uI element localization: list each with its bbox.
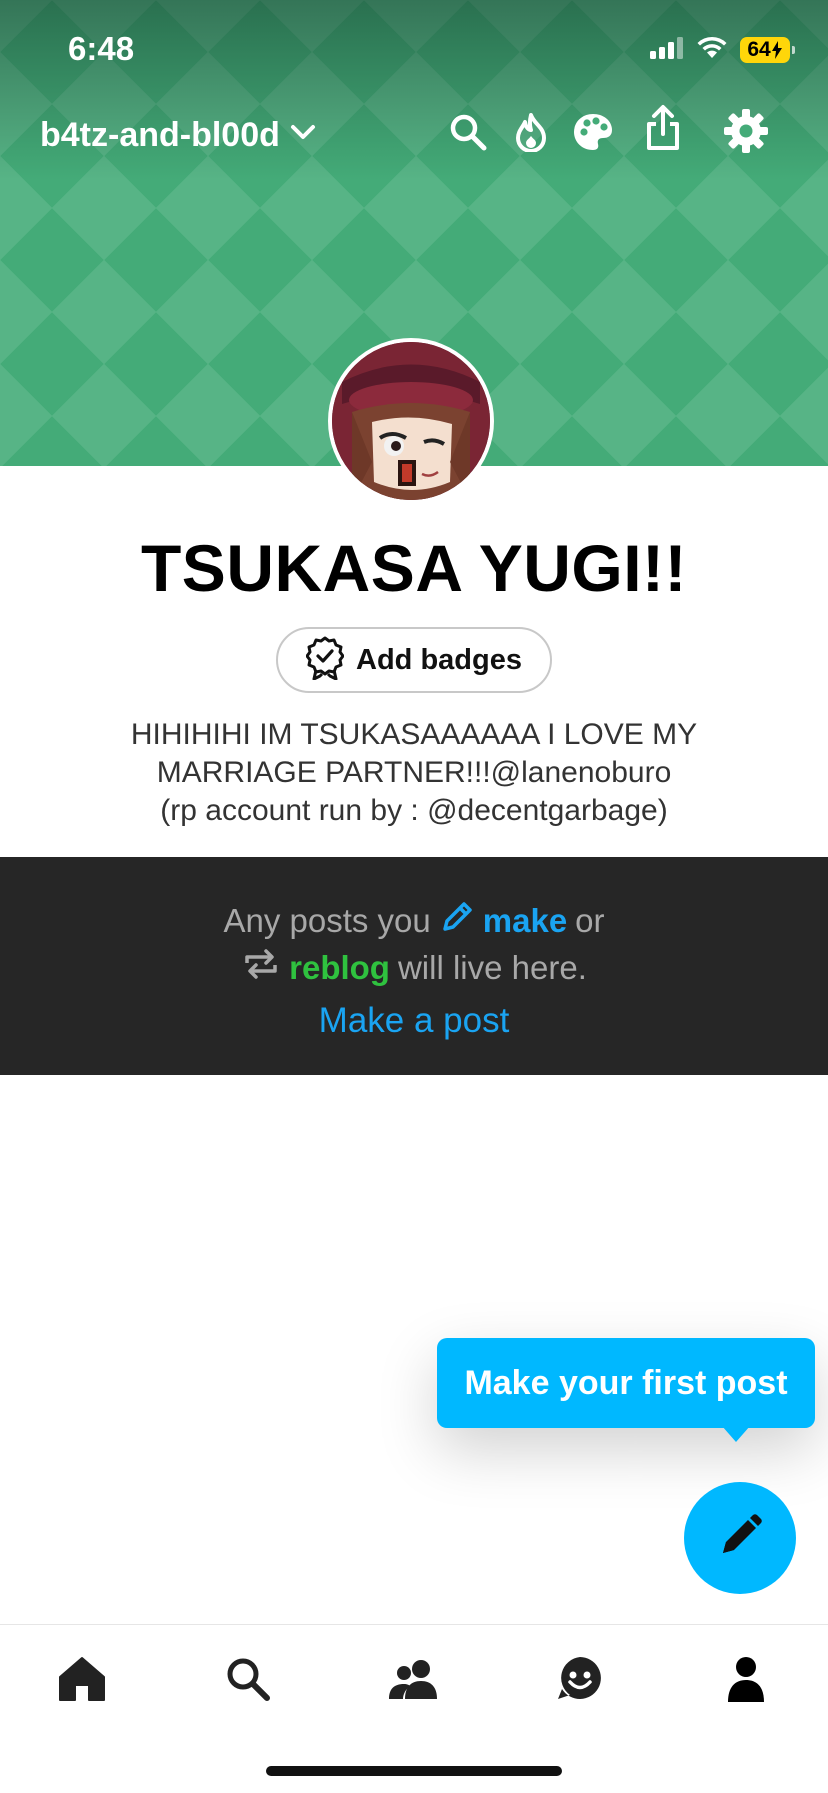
pencil-icon (439, 899, 475, 943)
empty-state-prefix: Any posts you (223, 902, 431, 939)
chevron-down-icon (290, 124, 316, 147)
tab-home[interactable] (52, 1651, 112, 1711)
blog-name: b4tz-and-bl00d (40, 116, 280, 154)
tab-account[interactable] (716, 1651, 776, 1711)
bio-line: (rp account run by : @decentgarbage) (160, 794, 668, 827)
first-post-tooltip[interactable]: Make your first post (437, 1338, 815, 1428)
wifi-icon (696, 36, 728, 65)
share-icon[interactable] (644, 104, 682, 157)
community-icon (387, 1657, 441, 1706)
compose-post-button[interactable] (684, 1482, 796, 1594)
blog-description: HIHIHIHI IM TSUKASAAAAAA I LOVE MY MARRI… (60, 716, 768, 830)
home-icon (57, 1655, 107, 1708)
tab-activity[interactable] (550, 1651, 610, 1711)
add-badges-label: Add badges (356, 643, 522, 676)
palette-icon[interactable] (572, 112, 614, 157)
add-badges-button[interactable]: Add badges (276, 627, 552, 693)
account-icon (726, 1655, 766, 1708)
empty-state-suffix: will live here. (397, 949, 587, 986)
search-icon (224, 1655, 272, 1708)
flame-icon[interactable] (514, 112, 548, 157)
empty-state-or: or (575, 902, 605, 939)
reblog-word: reblog (289, 949, 390, 986)
battery-charging-icon: 64 (740, 37, 795, 63)
blog-title: TSUKASA YUGI!! (140, 531, 688, 605)
avatar-illustration (332, 342, 490, 500)
bio-line: HIHIHIHI IM TSUKASAAAAAA I LOVE MY (130, 718, 698, 751)
battery-level: 64 (747, 38, 771, 61)
gear-icon[interactable] (723, 108, 769, 159)
avatar[interactable] (328, 338, 494, 504)
status-icons: 64 (650, 34, 795, 66)
bio-line: MARRIAGE PARTNER!!!@lanenoburo (156, 756, 672, 789)
tab-search[interactable] (218, 1651, 278, 1711)
blog-switcher[interactable]: b4tz-and-bl00d (40, 116, 316, 155)
empty-state-line-1: Any posts you make or (0, 899, 828, 943)
reblog-icon (241, 947, 281, 989)
tooltip-pointer (722, 1426, 750, 1442)
empty-posts-panel: Any posts you make or reblog will live h… (0, 857, 828, 1075)
make-word: make (482, 902, 568, 939)
cellular-signal-icon (650, 36, 684, 64)
badge-icon (305, 636, 345, 685)
home-indicator (266, 1766, 562, 1776)
pencil-icon (715, 1511, 765, 1566)
empty-state-line-2: reblog will live here. (0, 947, 828, 989)
make-a-post-link[interactable]: Make a post (0, 1001, 828, 1041)
status-time: 6:48 (68, 30, 135, 67)
activity-icon (556, 1655, 604, 1708)
tab-community[interactable] (384, 1651, 444, 1711)
search-icon[interactable] (448, 112, 488, 157)
